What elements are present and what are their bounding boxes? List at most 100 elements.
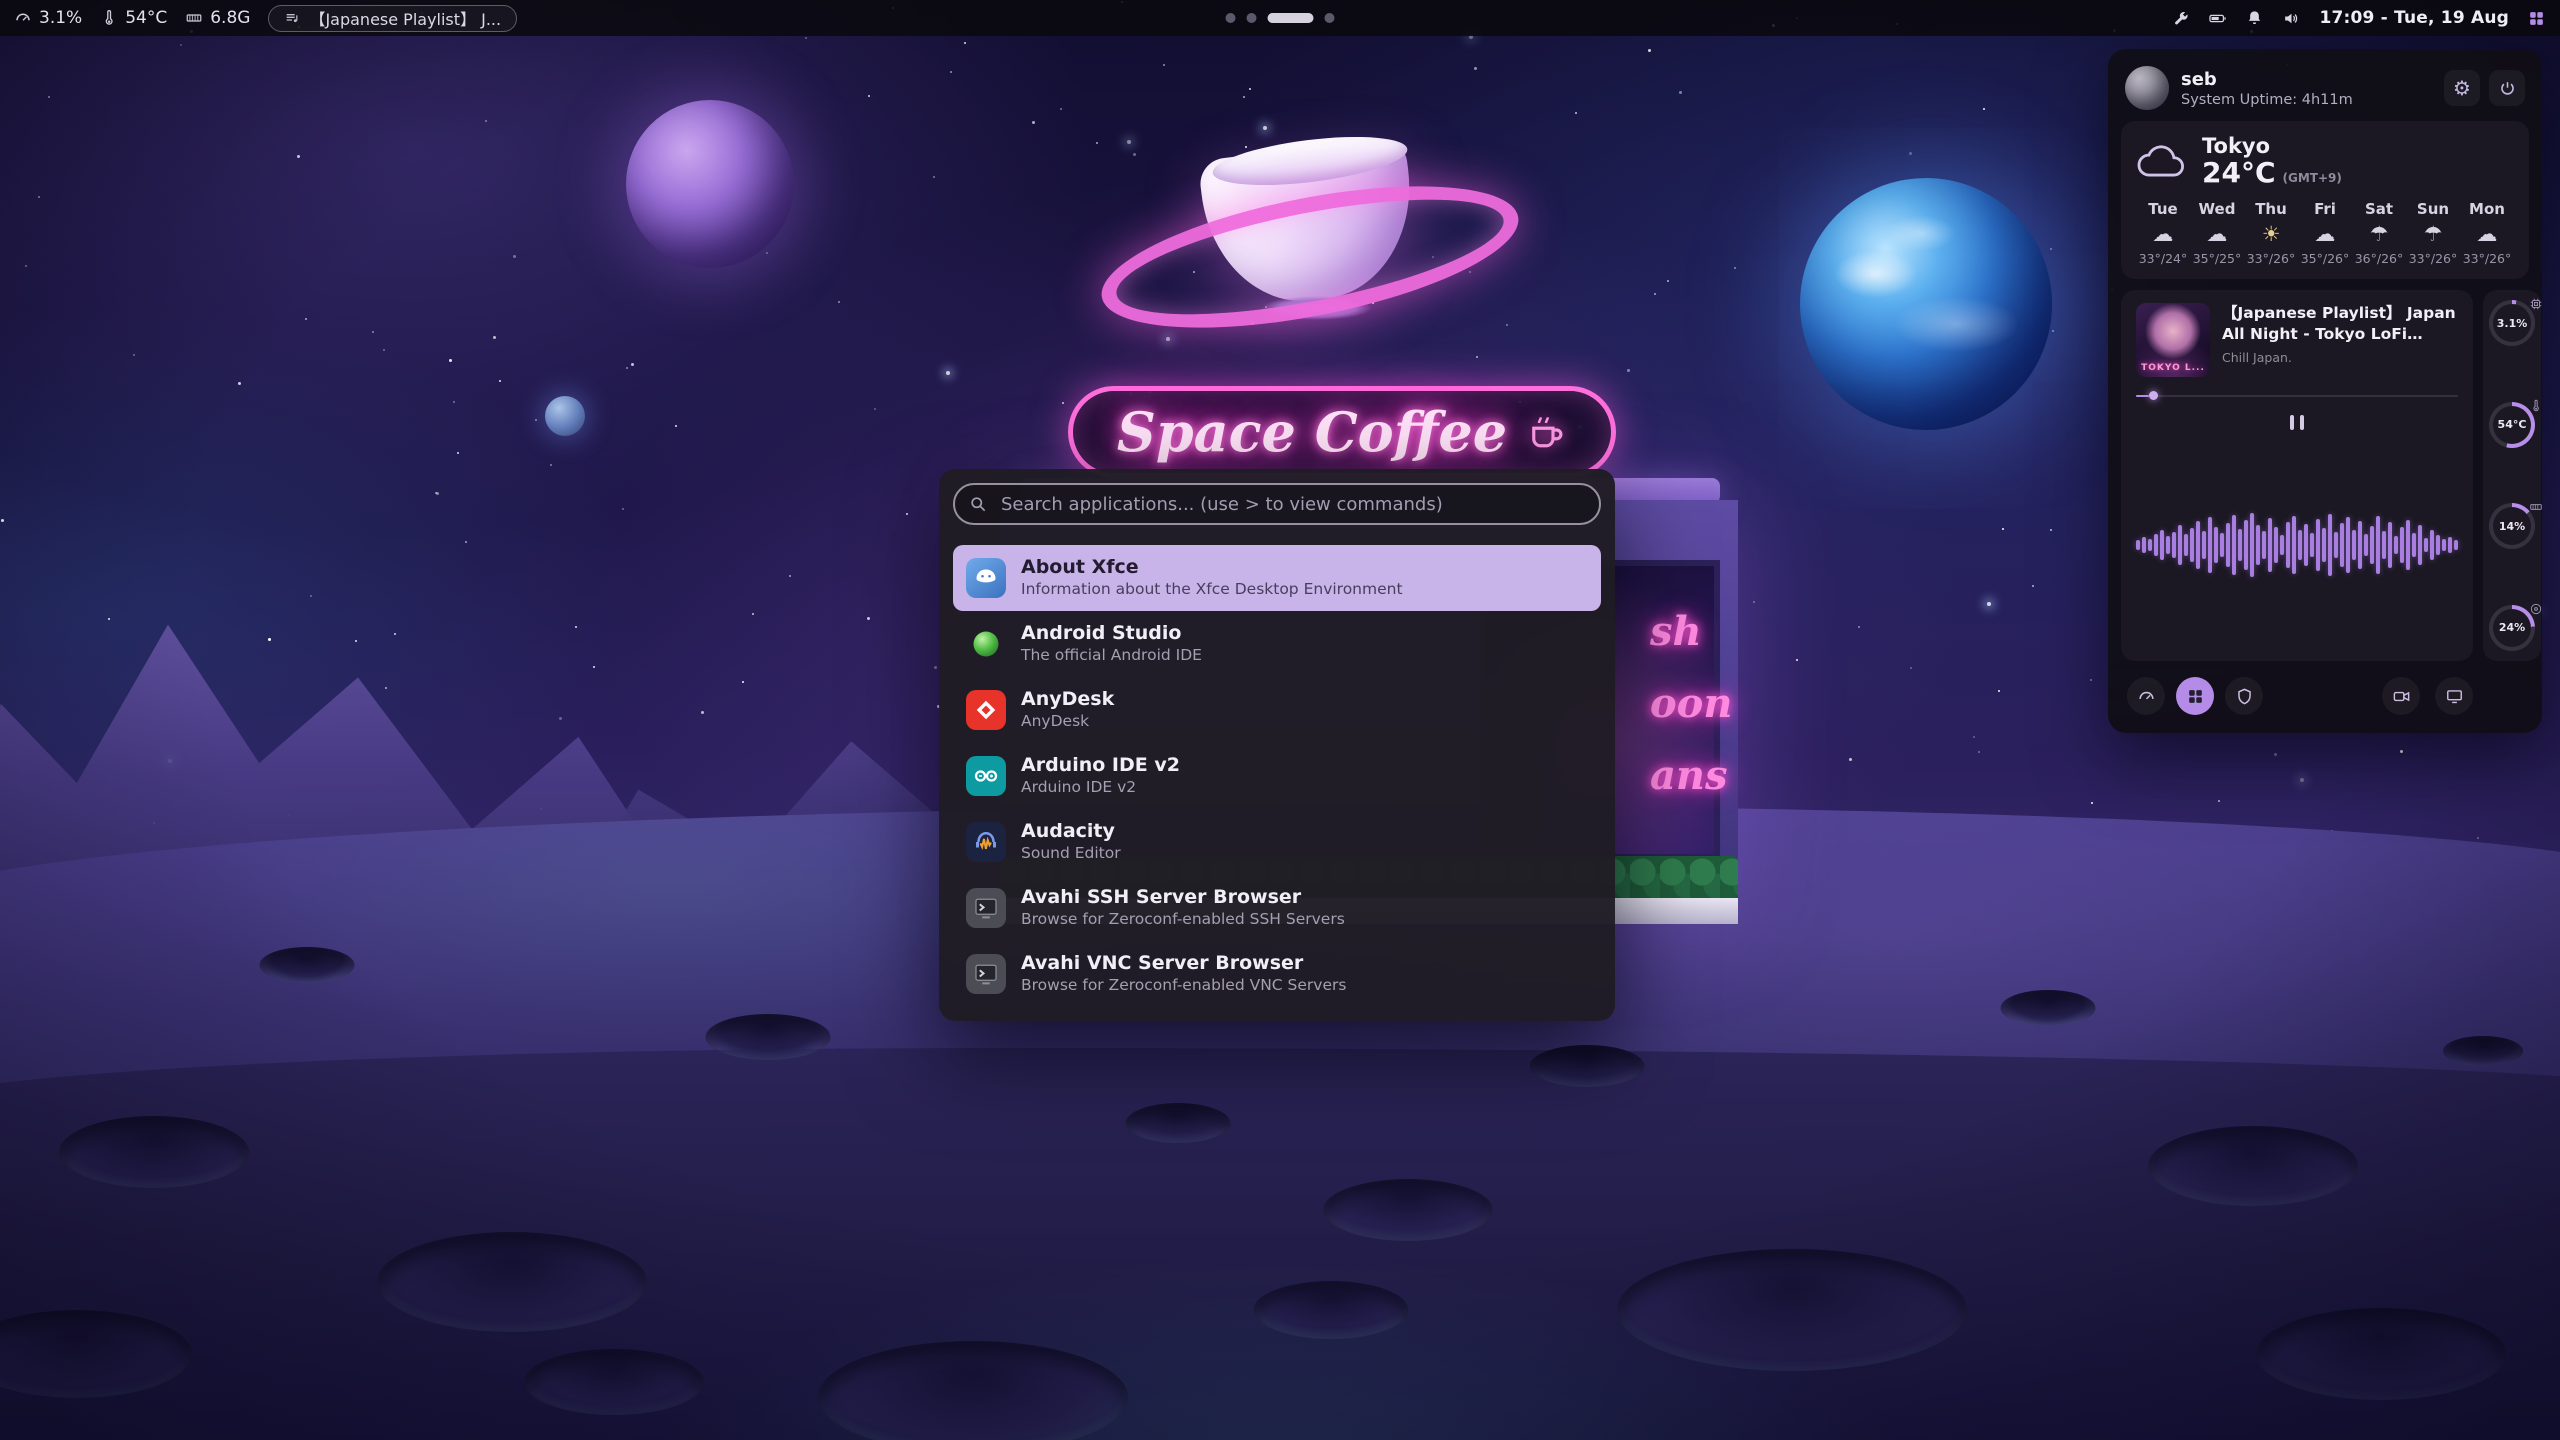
shield-quick-button[interactable] [2225, 677, 2263, 715]
media-subtitle: Chill Japan. [2222, 350, 2458, 365]
waveform-bar [2268, 518, 2272, 572]
battery-button[interactable] [2208, 9, 2227, 28]
result-desc: Browse for Zeroconf-enabled SSH Servers [1021, 910, 1345, 929]
notifications-button[interactable] [2245, 9, 2264, 28]
system-gauges-card: 3.1%54°C14%24% [2483, 290, 2541, 661]
launcher-result-0[interactable]: About XfceInformation about the Xfce Des… [953, 545, 1601, 611]
waveform-bar [2448, 537, 2452, 553]
waveform-bar [2232, 515, 2236, 575]
gauge-temp: 54°C [2489, 402, 2535, 448]
waveform-bar [2322, 528, 2326, 562]
clock[interactable]: 17:09 - Tue, 19 Aug [2319, 8, 2509, 28]
result-title: Avahi SSH Server Browser [1021, 886, 1345, 910]
waveform-bar [2436, 535, 2440, 555]
ram-stat[interactable]: 6.8G [185, 8, 250, 28]
album-art[interactable]: TOKYO L... [2136, 303, 2210, 377]
wrench-icon [2171, 9, 2190, 28]
waveform-bar [2292, 516, 2296, 574]
topbar-right: 17:09 - Tue, 19 Aug [2171, 8, 2546, 28]
waveform-bar [2286, 522, 2290, 568]
launcher-result-3[interactable]: Arduino IDE v2Arduino IDE v2 [953, 743, 1601, 809]
result-desc: Information about the Xfce Desktop Envir… [1021, 580, 1403, 599]
crater [377, 1232, 647, 1332]
gauge-disk: 24% [2489, 605, 2535, 651]
apps-quick-button[interactable] [2176, 677, 2214, 715]
crater [260, 947, 355, 983]
launcher-result-1[interactable]: Android StudioThe official Android IDE [953, 611, 1601, 677]
now-playing-pill[interactable]: 【Japanese Playlist】 J... [268, 5, 517, 32]
volume-button[interactable] [2282, 9, 2301, 28]
cloud-icon: ☁ [2207, 223, 2228, 246]
workspace-dot-2[interactable] [1247, 13, 1257, 23]
launcher-search-input[interactable] [953, 483, 1601, 525]
waveform-bar [2364, 534, 2368, 556]
dashboard-quick-button[interactable] [2127, 677, 2165, 715]
tools-button[interactable] [2171, 9, 2190, 28]
pause-button[interactable] [2280, 409, 2314, 435]
weather-temp: 24°C [2202, 158, 2276, 187]
ram-stat-value: 6.8G [210, 8, 250, 28]
result-title: Arduino IDE v2 [1021, 754, 1180, 778]
result-title: Avahi VNC Server Browser [1021, 952, 1346, 976]
waveform-bar [2178, 525, 2182, 565]
coffee-cup-icon [1525, 409, 1567, 455]
crater [1530, 1045, 1645, 1087]
waveform-bar [2202, 531, 2206, 559]
power-button[interactable] [2489, 70, 2525, 106]
workspace-dot-1[interactable] [1226, 13, 1236, 23]
moon-terrain-near [0, 1048, 2560, 1440]
launcher-result-4[interactable]: AudacitySound Editor [953, 809, 1601, 875]
result-title: Audacity [1021, 820, 1121, 844]
app-launcher: About XfceInformation about the Xfce Des… [939, 469, 1615, 1021]
crater [1617, 1249, 1967, 1371]
temp-stat[interactable]: 54°C [100, 8, 167, 28]
sun-icon: ☀ [2262, 223, 2281, 246]
launcher-search [953, 483, 1601, 525]
launcher-results: About XfceInformation about the Xfce Des… [953, 545, 1601, 1007]
quick-buttons-right [2382, 677, 2525, 715]
waveform-bar [2166, 536, 2170, 554]
temp-stat-value: 54°C [125, 8, 167, 28]
settings-button[interactable]: ⚙ [2444, 70, 2480, 106]
topbar-left: 3.1% 54°C 6.8G 【Japanese Playlist】 J... [14, 5, 517, 32]
media-region: TOKYO L... 【Japanese Playlist】 Japan All… [2121, 290, 2529, 661]
launcher-result-2[interactable]: AnyDeskAnyDesk [953, 677, 1601, 743]
waveform-bar [2382, 531, 2386, 559]
crater [2256, 1308, 2506, 1400]
search-icon [968, 494, 988, 514]
weather-timezone: (GMT+9) [2283, 171, 2342, 185]
media-title: 【Japanese Playlist】 Japan All Night - To… [2222, 303, 2458, 345]
waveform-bar [2430, 530, 2434, 560]
avatar[interactable] [2125, 66, 2169, 110]
cpu-stat[interactable]: 3.1% [14, 8, 82, 28]
profile-texts: seb System Uptime: 4h11m [2181, 69, 2353, 108]
cpu-icon [2529, 296, 2543, 315]
launcher-result-5[interactable]: Avahi SSH Server BrowserBrowse for Zeroc… [953, 875, 1601, 941]
workspace-dot-4[interactable] [1325, 13, 1335, 23]
waveform-bar [2406, 520, 2410, 570]
result-text: AnyDeskAnyDesk [1021, 688, 1114, 731]
app-grid-button[interactable] [2527, 9, 2546, 28]
waveform-bar [2346, 517, 2350, 573]
waveform-bar [2172, 532, 2176, 558]
workspace-dot-3[interactable] [1268, 13, 1314, 23]
media-progress[interactable] [2136, 391, 2458, 401]
avahi-app-icon [966, 888, 1006, 928]
cloud-icon: ☁ [2153, 223, 2174, 246]
result-text: About XfceInformation about the Xfce Des… [1021, 556, 1403, 599]
waveform-bar [2442, 539, 2446, 551]
gauge-value: 54°C [2493, 406, 2531, 444]
waveform-bar [2154, 534, 2158, 556]
waveform-bar [2136, 540, 2140, 550]
disk-icon [2529, 601, 2543, 620]
apps-icon [2186, 687, 2205, 706]
result-title: About Xfce [1021, 556, 1403, 580]
progress-handle[interactable] [2149, 391, 2158, 400]
media-controls [2136, 409, 2458, 435]
result-title: Android Studio [1021, 622, 1202, 646]
media-top: TOKYO L... 【Japanese Playlist】 Japan All… [2136, 303, 2458, 377]
launcher-result-6[interactable]: Avahi VNC Server BrowserBrowse for Zeroc… [953, 941, 1601, 1007]
cpu-gauge-icon [14, 9, 32, 27]
record-quick-button[interactable] [2382, 677, 2420, 715]
display-quick-button[interactable] [2435, 677, 2473, 715]
